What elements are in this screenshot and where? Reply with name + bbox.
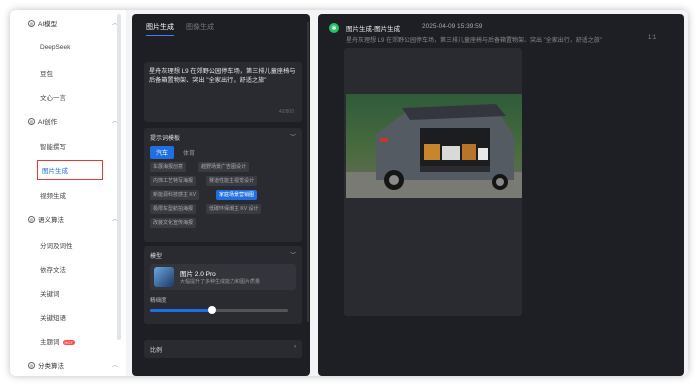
sidebar-group-ai-create[interactable]: ◎ AI创作 bbox=[28, 116, 57, 126]
app-window: ◎ AI模型 ︿ DeepSeek 豆包 文心一言 ◎ AI创作 ︿ 智能撰写 图片… bbox=[10, 10, 688, 376]
prompt-input[interactable]: 星舟灰理想 L9 在郊野公园停车场，第三排儿童座椅与后备箱置物架、突出 "全家出… bbox=[144, 62, 302, 122]
result-panel: ✱ 图片生成-图片生成 2025-04-09 15:39:59 星舟灰理想 L9… bbox=[318, 14, 684, 376]
slider-label: 精细度 bbox=[150, 298, 167, 304]
result-ratio: 1:1 bbox=[648, 35, 657, 41]
template-chip[interactable]: 越野场景广告图设计 bbox=[198, 162, 250, 172]
ratio-section[interactable]: 比例 › bbox=[144, 340, 302, 358]
sidebar-item-video-gen[interactable]: 视频生成 bbox=[40, 190, 66, 200]
template-chip[interactable]: 车展海报创意 bbox=[150, 162, 187, 172]
tab-image-generation[interactable]: 图片生成 bbox=[146, 22, 174, 36]
result-timestamp: 2025-04-09 15:39:59 bbox=[422, 23, 483, 30]
template-tab-sports[interactable]: 体育 bbox=[177, 146, 201, 159]
model-card[interactable]: 图片 2.0 Pro 大幅提升了多种生成能力和图片质量 bbox=[150, 264, 296, 290]
app-logo-icon: ✱ bbox=[329, 23, 339, 33]
template-chip[interactable]: 新能源科技感主 KV bbox=[150, 190, 200, 200]
chevron-down-icon[interactable]: ﹀ bbox=[290, 132, 296, 141]
panel-scrollbar[interactable] bbox=[307, 22, 309, 322]
chevron-right-icon[interactable]: › bbox=[294, 344, 296, 350]
sidebar-item-writing[interactable]: 智能撰写 bbox=[40, 141, 66, 151]
sidebar-item-image-gen[interactable]: 图片生成 bbox=[37, 160, 103, 180]
chevron-up-icon[interactable]: ︿ bbox=[112, 360, 118, 369]
ai-model-icon: ◎ bbox=[28, 19, 35, 27]
template-tab-car[interactable]: 汽车 bbox=[150, 146, 175, 159]
result-prompt: 星舟灰理想 L9 在郊野公园停车场，第三排儿童座椅与后备箱置物架、突出 "全家出… bbox=[346, 38, 602, 44]
tab-image-creation[interactable]: 图像生成 bbox=[186, 22, 214, 36]
sidebar-item-segmentation[interactable]: 分词及词性 bbox=[40, 240, 73, 250]
detail-slider[interactable] bbox=[150, 306, 288, 314]
template-chip[interactable]: 改装文化宣传海报 bbox=[150, 218, 197, 228]
sidebar-scrollbar[interactable] bbox=[117, 14, 121, 340]
sidebar-item-topics[interactable]: 主题词 HOT bbox=[40, 336, 75, 346]
ratio-section-title: 比例 bbox=[150, 348, 163, 354]
model-description: 大幅提升了多种生成能力和图片质量 bbox=[180, 279, 261, 285]
chevron-down-icon[interactable]: ﹀ bbox=[290, 250, 296, 259]
template-chip-selected[interactable]: 家庭场景营销图 bbox=[216, 190, 258, 200]
sidebar-group-semantic[interactable]: ◎ 语义算法 bbox=[28, 214, 64, 224]
sidebar-item-keywords[interactable]: 关键词 bbox=[40, 288, 60, 298]
semantic-icon: ◎ bbox=[28, 215, 35, 223]
slider-fill bbox=[150, 309, 213, 312]
generation-panel: 图片生成 图像生成 星舟灰理想 L9 在郊野公园停车场，第三排儿童座椅与后备箱置… bbox=[132, 14, 310, 376]
template-chip[interactable]: 低碳环保潮主 KV 设计 bbox=[206, 204, 262, 214]
sidebar-item-wenxin[interactable]: 文心一言 bbox=[40, 92, 66, 102]
model-name: 图片 2.0 Pro bbox=[180, 271, 216, 278]
template-section-title: 提示词模板 bbox=[150, 136, 181, 142]
result-image-container bbox=[344, 48, 522, 316]
classify-icon: ◎ bbox=[28, 361, 35, 369]
sidebar-item-dependency[interactable]: 依存文法 bbox=[40, 264, 66, 274]
template-chip[interactable]: 极限车型航拍海报 bbox=[150, 204, 197, 214]
slider-handle[interactable] bbox=[208, 306, 217, 314]
template-section: 提示词模板 ﹀ 汽车 体育 车展海报创意 越野场景广告图设计 内饰工艺特写海报 … bbox=[144, 128, 302, 242]
model-section: 模型 ﹀ 图片 2.0 Pro 大幅提升了多种生成能力和图片质量 精细度 bbox=[144, 246, 302, 324]
sidebar-item-keyphrases[interactable]: 关键短语 bbox=[40, 312, 66, 322]
sidebar: ◎ AI模型 ︿ DeepSeek 豆包 文心一言 ◎ AI创作 ︿ 智能撰写 图片… bbox=[10, 10, 126, 376]
hot-badge: HOT bbox=[62, 339, 75, 345]
model-section-title: 模型 bbox=[150, 254, 163, 260]
result-title: 图片生成-图片生成 bbox=[346, 26, 401, 33]
sidebar-item-doubao[interactable]: 豆包 bbox=[40, 68, 53, 78]
prompt-char-count: 40/800 bbox=[278, 109, 294, 115]
sidebar-group-classify[interactable]: ◎ 分类算法 bbox=[28, 360, 64, 370]
template-chip[interactable]: 内饰工艺特写海报 bbox=[150, 176, 197, 186]
sidebar-group-ai-model[interactable]: ◎ AI模型 bbox=[28, 18, 57, 28]
ai-create-icon: ◎ bbox=[28, 117, 35, 125]
template-chip[interactable]: 赛道性能主视觉设计 bbox=[206, 176, 258, 186]
sidebar-item-deepseek[interactable]: DeepSeek bbox=[40, 44, 70, 51]
generated-car-image[interactable] bbox=[346, 94, 522, 198]
model-thumbnail bbox=[154, 267, 174, 287]
